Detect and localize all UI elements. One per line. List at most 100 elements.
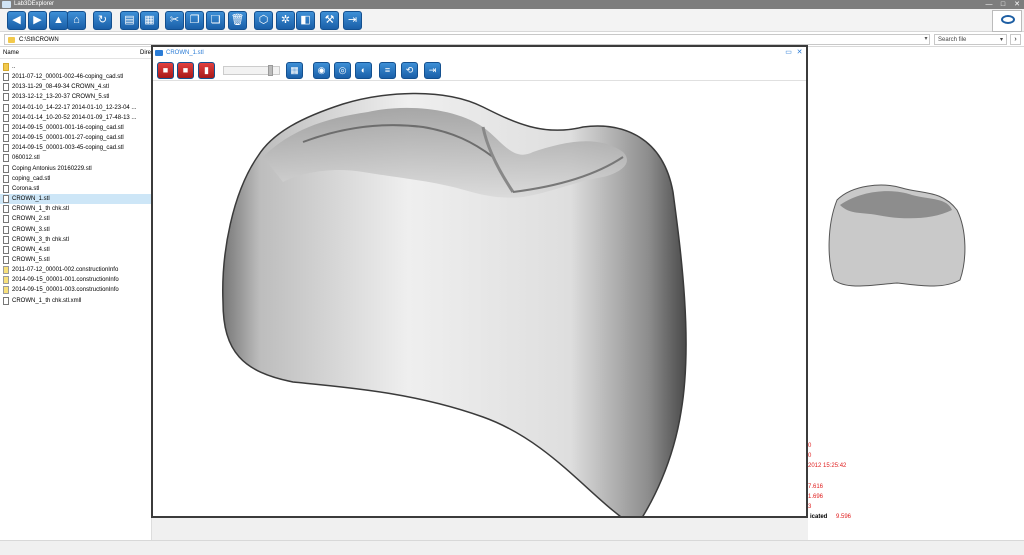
front-view-button[interactable]: ◎ [334,62,351,79]
path-text: C:\Stl\CROWN [19,37,59,43]
forward-button[interactable]: ▶ [28,11,47,30]
property-value: 0 [808,453,812,460]
file-row[interactable]: Coping Antonius 20160229.stl [0,164,152,174]
file-row[interactable]: 2011-07-12_00001-002-46-coping_cad.stl [0,72,152,82]
paste-button[interactable]: ❏ [206,11,225,30]
file-row[interactable]: CROWN_2.stl [0,214,152,224]
file-name: CROWN_2.stl [12,216,50,223]
file-name: Corona.stl [12,185,40,192]
zoom-slider[interactable] [223,65,280,76]
folder-icon [3,63,9,71]
file-row[interactable]: CROWN_1_th chk.stl.xmll [0,296,152,306]
file-row[interactable]: 2014-09-15_00001-001-27-coping_cad.stl [0,133,152,143]
file-icon [3,215,9,224]
file-row[interactable]: 2014-01-10_14-22-17 2014-01-10_12-23-04 … [0,103,152,113]
main-toolbar: ◀ ▶ ▲ ⌂ ↻ ▤ ▦ ✂ ❐ ❏ 🗑 ⬡ ✲ ◧ ⚒ ⇥ [0,9,1024,32]
rotate-button[interactable]: ⟲ [401,62,418,79]
column-directory[interactable]: Dire [140,47,151,59]
file-row[interactable]: 2013-11-29_08-49-34 CROWN_4.stl [0,82,152,92]
property-row: 2012 15:25:42 [808,461,1024,471]
property-value: 2012 15:25:42 [808,463,847,470]
property-value: 0 [808,443,812,449]
file-name: 2014-01-10_14-22-17 2014-01-10_12-23-04 … [12,104,137,111]
3d-viewport[interactable] [153,82,806,516]
color-side-button[interactable]: ▮ [198,62,215,79]
3d-view-button[interactable]: ⬡ [254,11,273,30]
file-row[interactable]: 2014-09-15_00001-003.constructionInfo [0,285,152,295]
file-row[interactable]: CROWN_5.stl [0,255,152,265]
up-button[interactable]: ▲ [49,11,68,30]
eye-icon [1001,15,1015,24]
file-row[interactable]: 2013-12-12_13-20-37 CROWN_5.stl [0,92,152,102]
file-icon [3,225,9,234]
search-button[interactable]: › [1010,34,1021,45]
file-row[interactable]: 2014-09-15_00001-001-16-coping_cad.stl [0,123,152,133]
color-dark-button[interactable]: ■ [177,62,194,79]
viewer-controls: ▭ ✕ [785,47,803,59]
file-name: 060012.stl [12,155,40,162]
file-icon [3,255,9,264]
back-button[interactable]: ◀ [7,11,26,30]
viewer-restore-button[interactable]: ▭ [785,47,792,59]
exit-button[interactable]: ⇥ [343,11,362,30]
grid-button[interactable]: ▦ [286,62,303,79]
maximize-button[interactable]: □ [996,0,1010,9]
path-dropdown-button[interactable]: ▾ [922,35,930,44]
file-row[interactable]: 060012.stl [0,153,152,163]
viewer-title-bar: CROWN_1.stl [153,47,806,59]
property-row: 0 [808,451,1024,461]
window-controls: — □ ✕ [982,0,1024,9]
file-name: 2013-12-12_13-20-37 CROWN_5.stl [12,94,110,101]
file-name: 2014-09-15_00001-001-27-coping_cad.stl [12,135,124,142]
path-input[interactable]: C:\Stl\CROWN [4,34,930,45]
layers-button[interactable]: ≡ [379,62,396,79]
file-row[interactable]: 2014-09-15_00001-003-45-coping_cad.stl [0,143,152,153]
view-details-button[interactable]: ▤ [120,11,139,30]
crown-thumbnail[interactable] [822,180,972,295]
crown-model[interactable] [153,82,806,516]
copy-button[interactable]: ❐ [185,11,204,30]
file-row[interactable]: CROWN_1_th chk.stl [0,204,152,214]
file-name: 2014-09-15_00001-003.constructionInfo [12,287,119,294]
property-row: 0 [808,441,1024,451]
file-name: CROWN_1.stl [12,196,50,203]
viewer-close-button[interactable]: ✕ [796,47,803,59]
title-bar: Lab3DExplorer [0,0,1024,9]
file-icon [3,113,9,122]
file-name: CROWN_3_th chk.stl [12,236,70,243]
file-icon [3,245,9,254]
color-red-button[interactable]: ■ [157,62,174,79]
top-view-button[interactable]: ◉ [313,62,330,79]
search-dropdown[interactable]: ▾ [1000,35,1003,45]
settings-button[interactable]: ⚒ [320,11,339,30]
cube-button[interactable]: ◧ [296,11,315,30]
file-name: CROWN_5.stl [12,256,50,263]
tools-button[interactable]: ✲ [276,11,295,30]
column-name[interactable]: Name [3,47,19,59]
status-bar [0,540,1024,555]
file-row[interactable]: .. [0,62,152,72]
view-grid-button[interactable]: ▦ [140,11,159,30]
side-view-button[interactable]: ◐ [355,62,372,79]
slider-thumb[interactable] [268,65,273,76]
minimize-button[interactable]: — [982,0,996,9]
file-row[interactable]: CROWN_4.stl [0,245,152,255]
refresh-button[interactable]: ↻ [93,11,112,30]
file-row[interactable]: CROWN_1.stl [0,194,152,205]
file-row[interactable]: 2014-09-15_00001-001.constructionInfo [0,275,152,285]
file-icon [3,154,9,163]
file-row[interactable]: CROWN_3_th chk.stl [0,235,152,245]
file-row[interactable]: 2014-01-14_10-20-52 2014-01-09_17-48-13 … [0,113,152,123]
delete-button[interactable]: 🗑 [228,11,247,30]
file-icon [3,296,9,305]
property-row: 7.616 [808,482,1024,492]
close-button[interactable]: ✕ [1010,0,1024,9]
home-button[interactable]: ⌂ [67,11,86,30]
cut-button[interactable]: ✂ [165,11,184,30]
file-row[interactable]: 2011-07-12_00001-002.constructionInfo [0,265,152,275]
file-row[interactable]: coping_cad.stl [0,174,152,184]
close-viewer-button[interactable]: ⇥ [424,62,441,79]
file-row[interactable]: CROWN_3.stl [0,225,152,235]
search-input[interactable]: Search file ▾ [934,34,1007,45]
file-row[interactable]: Corona.stl [0,184,152,194]
